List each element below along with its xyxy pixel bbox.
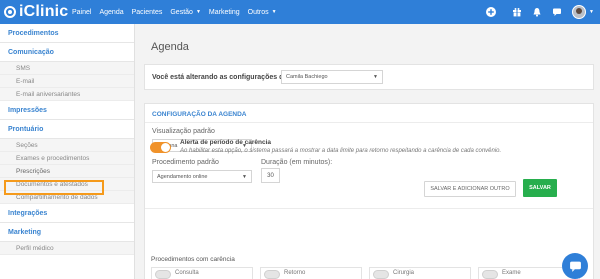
sidebar-subitem-exames[interactable]: Exames e procedimentos xyxy=(0,152,134,165)
config-user-label: Você está alterando as configurações de: xyxy=(152,74,290,81)
main-nav: Painel Agenda Pacientes Gestão ▼ Marketin… xyxy=(72,0,285,24)
nav-gestao[interactable]: Gestão ▼ xyxy=(170,9,201,16)
sidebar-item-prontuario[interactable]: Prontuário xyxy=(0,120,134,139)
sidebar-subitem-secoes[interactable]: Seções xyxy=(0,139,134,152)
nav-outros[interactable]: Outros ▼ xyxy=(248,9,277,16)
procedure-toggle[interactable] xyxy=(155,270,171,279)
logo-icon xyxy=(4,6,16,18)
chevron-down-icon[interactable]: ▼ xyxy=(589,9,594,15)
professional-select[interactable]: Camila Bachiego ▼ xyxy=(281,70,383,84)
sidebar-item-marketing[interactable]: Marketing xyxy=(0,223,134,242)
procedure-toggle-label: Cirurgia xyxy=(393,270,415,276)
procedures-label: Procedimentos com carência xyxy=(151,256,235,263)
nav-label: Agenda xyxy=(99,8,124,16)
page-title: Agenda xyxy=(151,41,189,53)
settings-sidebar: Procedimentos Comunicação SMS E-mail E-m… xyxy=(0,24,135,279)
nav-painel[interactable]: Painel xyxy=(72,9,91,16)
section-title: CONFIGURAÇÃO DA AGENDA xyxy=(152,111,247,118)
sidebar-item-impressoes[interactable]: Impressões xyxy=(0,101,134,120)
highlight-box xyxy=(4,180,104,195)
procedure-toggle[interactable] xyxy=(482,270,498,279)
procedure-label: Procedimento padrão xyxy=(152,159,219,166)
plus-circle-icon[interactable] xyxy=(484,5,498,19)
select-value: Camila Bachiego xyxy=(286,74,328,80)
top-navbar: iClinic Painel Agenda Pacientes Gestão ▼ … xyxy=(0,0,600,24)
sidebar-subitem-email[interactable]: E-mail xyxy=(0,75,134,88)
divider xyxy=(145,208,593,209)
procedure-toggle[interactable] xyxy=(373,270,389,279)
avatar[interactable] xyxy=(572,5,587,19)
sidebar-subitem-prescricoes[interactable]: Prescrições xyxy=(0,165,134,178)
select-value: Agendamento online xyxy=(157,173,208,180)
top-icons: ▼ xyxy=(478,0,594,24)
alert-toggle[interactable] xyxy=(150,142,171,153)
view-label: Visualização padrão xyxy=(152,128,215,135)
chat-support-button[interactable] xyxy=(562,253,588,279)
chevron-down-icon: ▼ xyxy=(242,173,247,180)
nav-pacientes[interactable]: Pacientes xyxy=(132,9,163,16)
user-config-card: Você está alterando as configurações de:… xyxy=(144,64,594,90)
bell-icon[interactable] xyxy=(530,5,544,19)
brand-logo[interactable]: iClinic xyxy=(4,2,68,22)
sidebar-subitem-sms[interactable]: SMS xyxy=(0,62,134,75)
brand-name: iClinic xyxy=(19,3,69,20)
nav-label: Pacientes xyxy=(131,8,163,16)
chevron-down-icon: ▼ xyxy=(271,9,277,15)
alert-title: Alerta de período de carência xyxy=(180,139,272,146)
nav-marketing[interactable]: Marketing xyxy=(209,9,240,16)
chevron-down-icon: ▼ xyxy=(373,74,378,80)
alert-description: Ao habilitar esta opção, o sistema passa… xyxy=(180,148,502,154)
procedure-toggle-label: Exame xyxy=(502,270,521,276)
duration-input[interactable]: 30 xyxy=(261,168,280,183)
nav-label: Gestão xyxy=(170,8,193,16)
procedure-toggle-label: Retorno xyxy=(284,270,306,276)
main-content: Agenda Você está alterando as configuraç… xyxy=(136,24,600,279)
nav-agenda[interactable]: Agenda xyxy=(99,9,123,16)
chat-icon xyxy=(569,261,581,272)
sidebar-item-procedimentos[interactable]: Procedimentos xyxy=(0,24,134,43)
nav-label: Marketing xyxy=(208,8,240,16)
divider xyxy=(145,122,593,123)
duration-label: Duração (em minutos): xyxy=(261,159,333,166)
procedure-toggle-label: Consulta xyxy=(175,270,199,276)
save-button[interactable]: SALVAR xyxy=(523,179,557,197)
chat-bubble-icon[interactable] xyxy=(550,5,564,19)
procedure-select[interactable]: Agendamento online ▼ xyxy=(152,170,252,183)
procedure-toggle[interactable] xyxy=(264,270,280,279)
nav-label: Outros xyxy=(247,8,269,16)
sidebar-item-integracoes[interactable]: Integrações xyxy=(0,204,134,223)
nav-label: Painel xyxy=(72,8,92,16)
chevron-down-icon: ▼ xyxy=(195,9,201,15)
sidebar-item-comunicacao[interactable]: Comunicação xyxy=(0,43,134,62)
save-and-add-button[interactable]: SALVAR E ADICIONAR OUTRO xyxy=(424,181,516,197)
sidebar-subitem-perfil-medico[interactable]: Perfil médico xyxy=(0,242,134,255)
gift-icon[interactable] xyxy=(510,5,524,19)
sidebar-subitem-email-aniversariantes[interactable]: E-mail aniversariantes xyxy=(0,88,134,101)
